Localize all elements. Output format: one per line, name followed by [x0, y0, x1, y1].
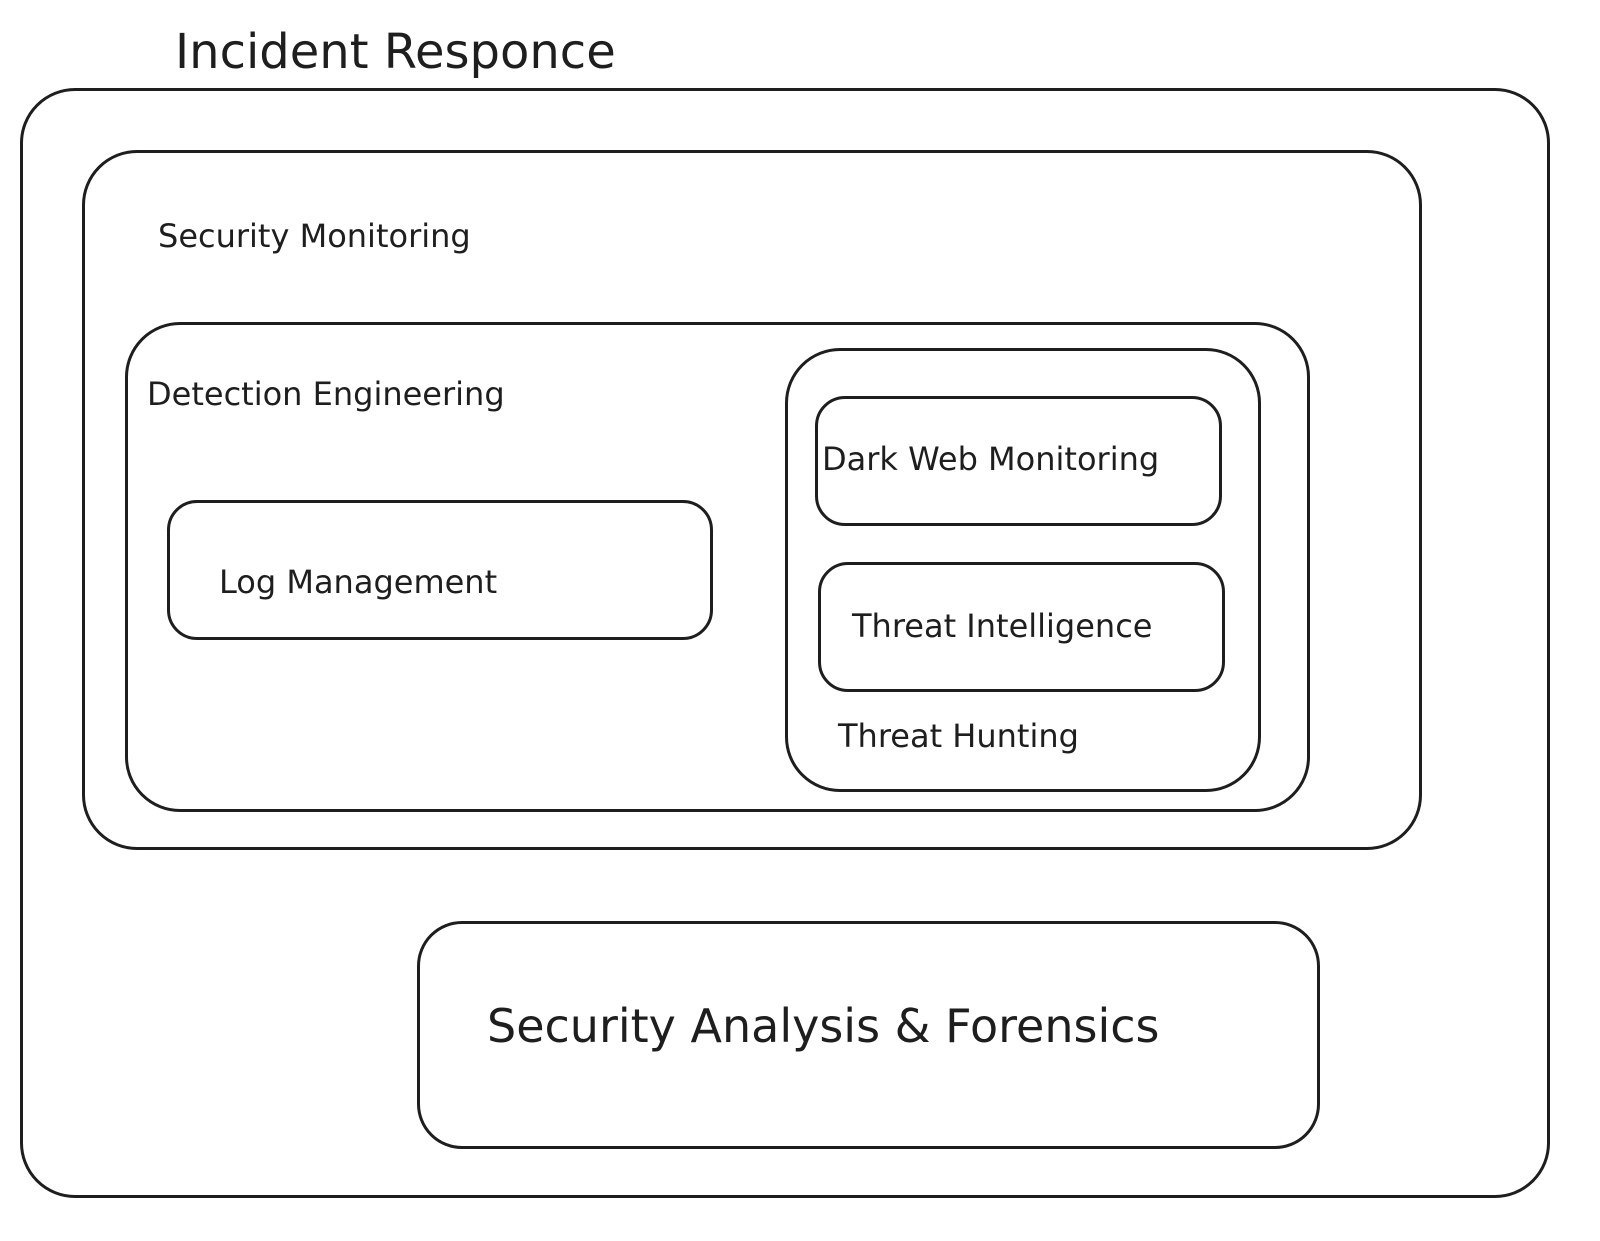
detection-engineering-label: Detection Engineering — [147, 375, 505, 413]
dark-web-monitoring-label: Dark Web Monitoring — [822, 440, 1160, 478]
threat-intelligence-label: Threat Intelligence — [852, 607, 1153, 645]
diagram-title: Incident Responce — [175, 24, 616, 80]
security-monitoring-label: Security Monitoring — [158, 217, 471, 255]
threat-hunting-label: Threat Hunting — [838, 717, 1079, 755]
log-management-label: Log Management — [219, 563, 498, 601]
security-analysis-forensics-label: Security Analysis & Forensics — [487, 999, 1160, 1053]
